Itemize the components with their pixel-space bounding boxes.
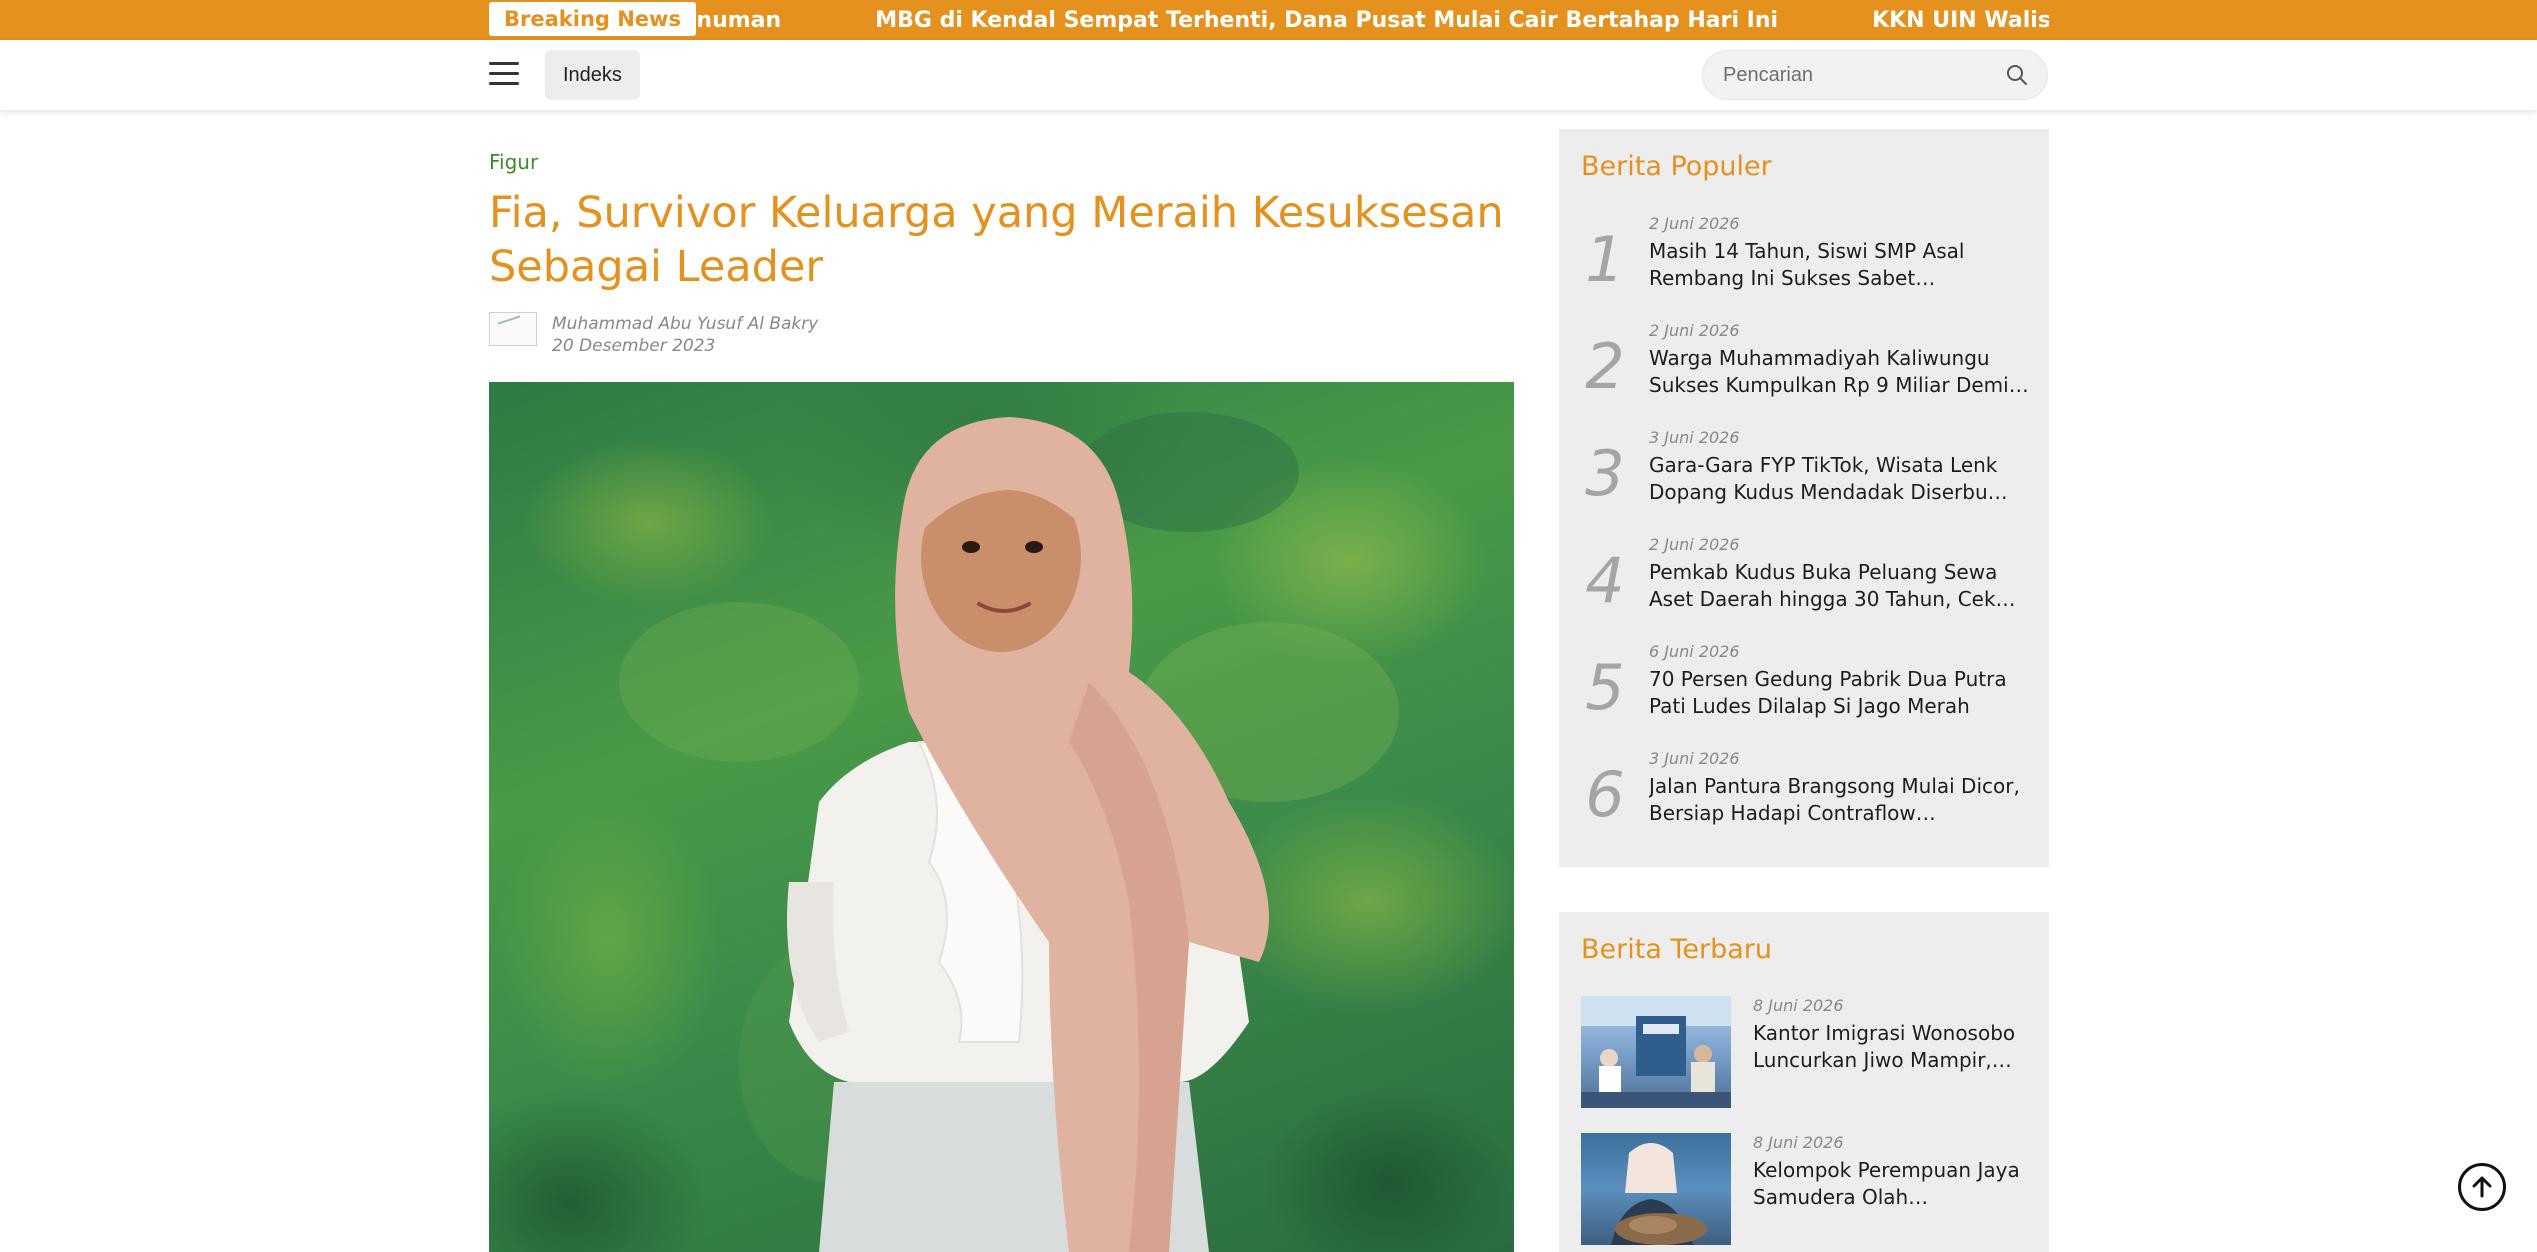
search-box <box>1702 50 2048 100</box>
popular-news-title: Berita Populer <box>1581 151 1772 182</box>
news-date: 8 Juni 2026 <box>1753 1133 1844 1152</box>
article-title: Fia, Survivor Keluarga yang Meraih Kesuk… <box>489 188 1504 292</box>
search-input[interactable] <box>1723 51 1993 99</box>
latest-news-panel: Berita Terbaru 8 Juni 2026 Kantor Imigra… <box>1559 912 2049 1252</box>
latest-news-title: Berita Terbaru <box>1581 934 1772 965</box>
latest-news-item[interactable]: 8 Juni 2026 Kantor Imigrasi Wonosobo Lun… <box>1581 996 2031 1108</box>
news-title[interactable]: Warga Muhammadiyah Kaliwungu Sukses Kump… <box>1649 345 2029 399</box>
news-title[interactable]: Jalan Pantura Brangsong Mulai Dicor, Ber… <box>1649 773 2029 827</box>
news-title[interactable]: 70 Persen Gedung Pabrik Dua Putra Pati L… <box>1649 666 2029 720</box>
breaking-news-label: Breaking News <box>489 2 696 36</box>
news-title[interactable]: Gara-Gara FYP TikTok, Wisata Lenk Dopang… <box>1649 452 2029 506</box>
article-category[interactable]: Figur <box>489 150 538 174</box>
rank-number: 5 <box>1585 651 1625 724</box>
rank-number: 1 <box>1585 223 1625 296</box>
hamburger-menu-icon[interactable] <box>489 62 519 88</box>
news-date: 2 Juni 2026 <box>1649 321 1740 340</box>
site-header: Indeks <box>0 40 2537 110</box>
news-title[interactable]: Kantor Imigrasi Wonosobo Luncurkan Jiwo … <box>1753 1020 2031 1074</box>
rank-number: 2 <box>1585 330 1625 403</box>
news-date: 6 Juni 2026 <box>1649 642 1740 661</box>
rank-number: 3 <box>1585 437 1625 510</box>
news-date: 3 Juni 2026 <box>1649 749 1740 768</box>
popular-news-item[interactable]: 6 3 Juni 2026 Jalan Pantura Brangsong Mu… <box>1559 749 2049 856</box>
news-title[interactable]: Masih 14 Tahun, Siswi SMP Asal Rembang I… <box>1649 238 2029 292</box>
breaking-news-bar: Minuman MBG di Kendal Sempat Terhenti, D… <box>0 0 2537 40</box>
latest-news-item[interactable]: 8 Juni 2026 Kelompok Perempuan Jaya Samu… <box>1581 1133 2031 1245</box>
publish-date: 20 Desember 2023 <box>552 336 716 356</box>
indeks-button[interactable]: Indeks <box>545 50 640 100</box>
search-icon[interactable] <box>2005 63 2029 87</box>
news-thumbnail[interactable] <box>1581 996 1731 1108</box>
news-title[interactable]: Kelompok Perempuan Jaya Samudera Olah… <box>1753 1157 2031 1211</box>
popular-news-item[interactable]: 3 3 Juni 2026 Gara-Gara FYP TikTok, Wisa… <box>1559 428 2049 535</box>
ticker-track: Minuman MBG di Kendal Sempat Terhenti, D… <box>489 0 2049 40</box>
breaking-news-ticker: Minuman MBG di Kendal Sempat Terhenti, D… <box>489 0 2049 40</box>
hero-portrait-illustration <box>619 412 1399 1252</box>
news-title[interactable]: Pemkab Kudus Buka Peluang Sewa Aset Daer… <box>1649 559 2029 613</box>
rank-number: 4 <box>1585 544 1625 617</box>
rank-number: 6 <box>1585 758 1625 831</box>
news-date: 3 Juni 2026 <box>1649 428 1740 447</box>
news-date: 2 Juni 2026 <box>1649 214 1740 233</box>
news-thumbnail[interactable] <box>1581 1133 1731 1245</box>
ticker-item[interactable]: MBG di Kendal Sempat Terhenti, Dana Pusa… <box>875 8 1778 33</box>
popular-news-item[interactable]: 5 6 Juni 2026 70 Persen Gedung Pabrik Du… <box>1559 642 2049 749</box>
ticker-item[interactable]: KKN UIN Walisongo Gelar Seminar U <box>1872 8 2049 33</box>
author-avatar <box>489 312 537 346</box>
article-hero-image <box>489 382 1514 1252</box>
popular-news-item[interactable]: 1 2 Juni 2026 Masih 14 Tahun, Siswi SMP … <box>1559 214 2049 321</box>
popular-news-panel: Berita Populer 1 2 Juni 2026 Masih 14 Ta… <box>1559 129 2049 867</box>
author-name[interactable]: Muhammad Abu Yusuf Al Bakry <box>552 314 818 334</box>
popular-news-item[interactable]: 4 2 Juni 2026 Pemkab Kudus Buka Peluang … <box>1559 535 2049 642</box>
arrow-up-circle-icon[interactable] <box>2458 1163 2506 1211</box>
popular-news-item[interactable]: 2 2 Juni 2026 Warga Muhammadiyah Kaliwun… <box>1559 321 2049 428</box>
news-date: 2 Juni 2026 <box>1649 535 1740 554</box>
news-date: 8 Juni 2026 <box>1753 996 1844 1015</box>
